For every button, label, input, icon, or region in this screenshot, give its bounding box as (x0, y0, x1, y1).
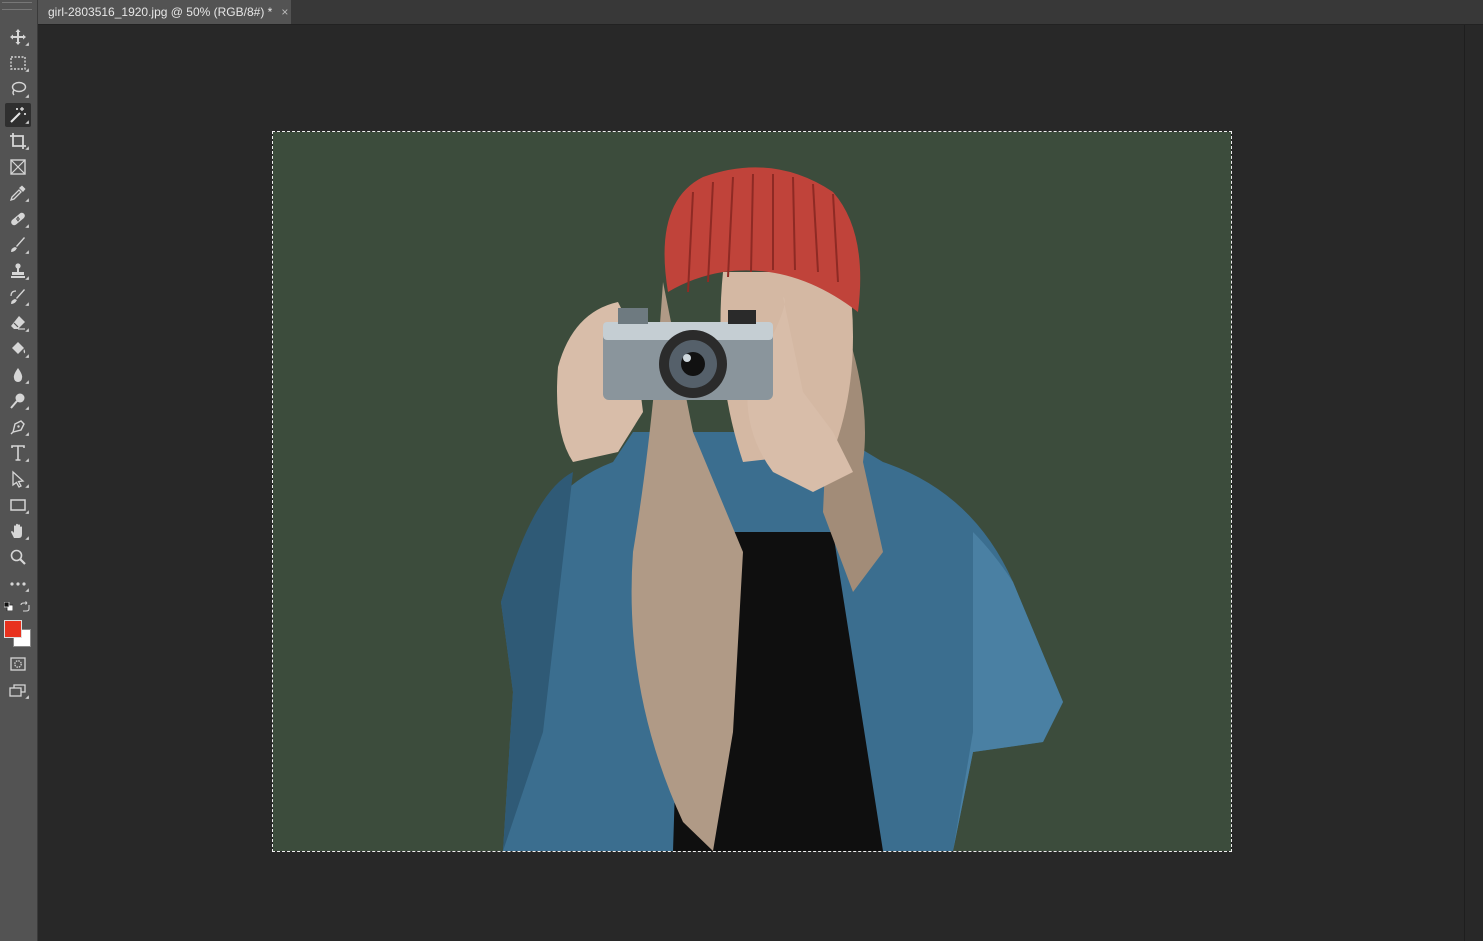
zoom-tool[interactable] (5, 545, 31, 569)
document-tab-bar: girl-2803516_1920.jpg @ 50% (RGB/8#) * × (38, 0, 1483, 25)
frame-icon (10, 159, 26, 175)
lasso-tool[interactable] (5, 77, 31, 101)
rectangular-marquee-tool[interactable] (5, 51, 31, 75)
eraser-tool[interactable] (5, 311, 31, 335)
path-selection-tool[interactable] (5, 467, 31, 491)
vertical-scrollbar[interactable] (1464, 25, 1483, 941)
screen-mode-button[interactable] (5, 678, 31, 702)
document-canvas[interactable] (273, 132, 1231, 851)
default-colors-icon[interactable] (4, 602, 13, 611)
clone-stamp-tool[interactable] (5, 259, 31, 283)
crop-tool[interactable] (5, 129, 31, 153)
blur-tool[interactable] (5, 363, 31, 387)
girl-with-camera-illustration (501, 167, 1063, 851)
document-tab-title: girl-2803516_1920.jpg @ 50% (RGB/8#) * (48, 5, 273, 19)
paint-bucket-tool[interactable] (5, 337, 31, 361)
foreground-color-swatch[interactable] (4, 620, 22, 638)
zoom-icon (10, 549, 26, 565)
quick-mask-icon (10, 657, 26, 671)
move-tool[interactable] (5, 25, 31, 49)
pen-tool[interactable] (5, 415, 31, 439)
panel-grip-icon[interactable] (2, 2, 32, 10)
tools-panel (0, 0, 38, 941)
eyedropper-tool[interactable] (5, 181, 31, 205)
color-swatches (0, 598, 37, 650)
close-tab-icon[interactable]: × (281, 5, 288, 19)
history-brush-tool[interactable] (5, 285, 31, 309)
type-tool[interactable] (5, 441, 31, 465)
healing-brush-tool[interactable] (5, 207, 31, 231)
frame-tool[interactable] (5, 155, 31, 179)
document-tab[interactable]: girl-2803516_1920.jpg @ 50% (RGB/8#) * × (38, 0, 291, 24)
rectangle-tool[interactable] (5, 493, 31, 517)
magic-wand-tool[interactable] (5, 103, 31, 127)
brush-tool[interactable] (5, 233, 31, 257)
edit-toolbar[interactable] (5, 571, 31, 595)
hand-tool[interactable] (5, 519, 31, 543)
quick-mask-button[interactable] (5, 652, 31, 676)
dodge-tool[interactable] (5, 389, 31, 413)
swap-colors-icon[interactable] (19, 601, 31, 613)
